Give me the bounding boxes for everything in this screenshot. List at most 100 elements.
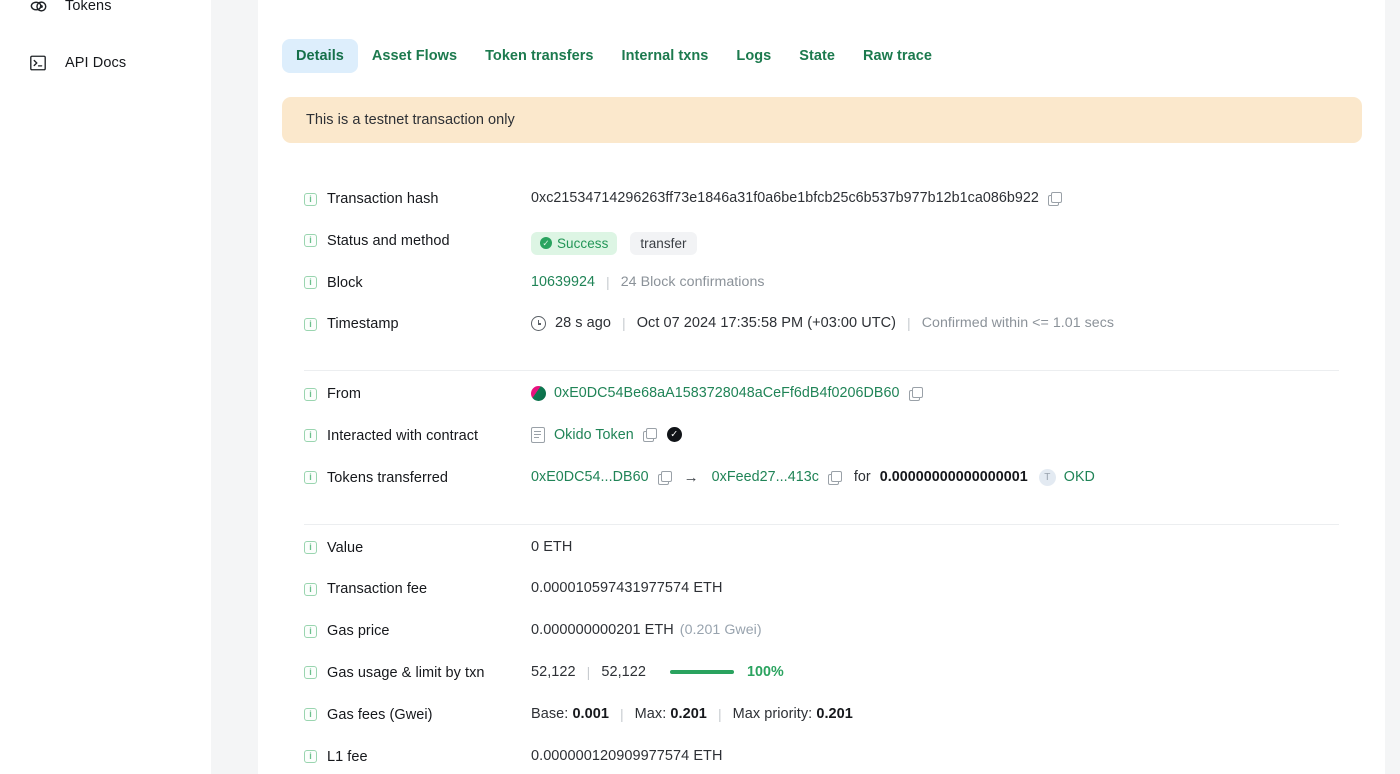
label-text: Status and method [327,232,450,249]
transaction-fee-amount: 0.000010597431977574 ETH [531,580,723,597]
testnet-banner-text: This is a testnet transaction only [306,112,515,128]
row-value-interacted-with-contract: Okido Token ✓ [531,426,682,443]
label-text: Gas price [327,623,390,640]
transaction-hash-value: 0xc21534714296263ff73e1846a31f0a6be1bfcb… [531,190,1039,206]
sidebar-item-api-docs[interactable]: API Docs [28,50,126,76]
sidebar-item-tokens[interactable]: Tokens [28,0,112,19]
tab-token-transfers[interactable]: Token transfers [471,39,607,73]
info-icon[interactable]: i [304,624,317,638]
check-icon: ✓ [540,237,552,250]
info-icon[interactable]: i [304,750,317,764]
token-from-address-link[interactable]: 0xE0DC54...DB60 [531,469,649,485]
row-value-gas-usage: 52,122 | 52,122 100% [531,663,784,680]
row-value-from: 0xE0DC54Be68aA1583728048aCeFf6dB4f0206DB… [531,384,923,401]
row-value-value: 0 ETH [531,538,572,555]
copy-icon[interactable] [1047,191,1062,206]
info-icon[interactable]: i [304,387,317,401]
copy-icon[interactable] [642,428,657,443]
row-transaction-fee: i Transaction fee 0.000010597431977574 E… [304,579,1339,621]
row-label-transaction-fee: i Transaction fee [304,579,531,597]
row-value-tokens-transferred: 0xE0DC54...DB60 → 0xFeed27...413c for 0.… [531,468,1095,486]
row-label-from: i From [304,384,531,402]
divider-pipe: | [619,705,624,722]
copy-icon[interactable] [908,386,923,401]
copy-icon[interactable] [827,470,842,485]
gas-limit: 52,122 [601,663,646,680]
tab-asset-flows[interactable]: Asset Flows [358,39,471,73]
gas-usage-percent: 100% [747,663,784,680]
row-label-l1-fee: i L1 fee [304,747,531,765]
divider-pipe: | [586,663,591,680]
from-address-link[interactable]: 0xE0DC54Be68aA1583728048aCeFf6dB4f0206DB… [554,385,900,401]
info-icon[interactable]: i [304,541,317,555]
label-text: Value [327,539,364,556]
row-label-transaction-hash: i Transaction hash [304,189,531,207]
info-icon[interactable]: i [304,666,317,680]
row-transaction-hash: i Transaction hash 0xc21534714296263ff73… [304,189,1339,231]
avatar [531,385,546,401]
info-icon[interactable]: i [304,582,317,596]
row-value-block: 10639924 | 24 Block confirmations [531,273,765,290]
status-badge: ✓ Success [531,231,618,255]
label-text: Tokens transferred [327,469,448,486]
tab-state[interactable]: State [785,39,849,73]
left-gutter [211,0,258,774]
label-text: Interacted with contract [327,427,479,444]
row-label-gas-price: i Gas price [304,621,531,639]
row-interacted-with-contract: i Interacted with contract Okido Token ✓ [304,426,1339,468]
info-icon[interactable]: i [304,429,317,443]
arrow-right-icon: → [683,468,699,486]
divider-pipe: | [907,315,911,332]
divider-pipe: | [622,315,626,332]
row-value-transaction-fee: 0.000010597431977574 ETH [531,579,722,596]
testnet-banner: This is a testnet transaction only [282,97,1362,143]
row-value-transaction-hash: 0xc21534714296263ff73e1846a31f0a6be1bfcb… [531,189,1062,206]
tab-logs[interactable]: Logs [722,39,785,73]
gas-fee-max-priority-value: 0.201 [816,705,853,722]
tab-raw-trace[interactable]: Raw trace [849,39,946,73]
timestamp-confirmed-within: Confirmed within <= 1.01 secs [921,315,1115,332]
token-symbol-link[interactable]: OKD [1064,469,1095,485]
row-label-gas-usage: i Gas usage & limit by txn [304,663,531,681]
gas-fee-base-value: 0.001 [572,705,609,722]
row-gas-price: i Gas price 0.000000000201 ETH (0.201 Gw… [304,621,1339,663]
info-icon[interactable]: i [304,234,317,248]
section-divider [304,370,1339,372]
gas-usage-progress-bar [670,670,734,674]
tab-details[interactable]: Details [282,39,358,73]
status-badge-label: Success [557,235,609,251]
gas-fee-max-value: 0.201 [670,705,707,722]
info-icon[interactable]: i [304,192,317,206]
document-icon [531,426,545,443]
divider-pipe: | [606,273,610,290]
copy-icon[interactable] [657,470,672,485]
info-icon[interactable]: i [304,276,317,290]
sidebar-item-api-docs-label: API Docs [65,55,127,71]
label-text: Transaction hash [327,191,439,207]
tab-internal-txns[interactable]: Internal txns [608,39,723,73]
block-number-link[interactable]: 10639924 [531,274,595,290]
method-badge: transfer [630,231,697,255]
terminal-icon [28,53,48,73]
label-text: Block [327,274,363,291]
gas-fee-max-priority-label: Max priority: [732,705,813,722]
contract-name-link[interactable]: Okido Token [554,427,634,443]
label-text: Gas usage & limit by txn [327,664,485,681]
row-value-l1-fee: 0.000000120909977574 ETH [531,747,722,764]
divider-pipe: | [717,705,722,722]
row-value-gas-price: 0.000000000201 ETH (0.201 Gwei) [531,621,762,638]
tab-bar: Details Asset Flows Token transfers Inte… [282,39,946,73]
info-icon[interactable]: i [304,471,317,485]
row-label-value: i Value [304,538,531,556]
details-list: i Transaction hash 0xc21534714296263ff73… [304,189,1339,774]
row-label-interacted-with-contract: i Interacted with contract [304,426,531,444]
token-avatar-icon: T [1038,468,1056,486]
row-value-timestamp: 28 s ago | Oct 07 2024 17:35:58 PM (+03:… [531,314,1114,331]
info-icon[interactable]: i [304,317,317,331]
info-icon[interactable]: i [304,708,317,722]
row-timestamp: i Timestamp 28 s ago | Oct 07 2024 17:35… [304,314,1339,356]
row-label-status-and-method: i Status and method [304,231,531,249]
gas-price-gwei: (0.201 Gwei) [679,622,762,639]
transaction-details-page: Tokens API Docs Details Asset Flows Toke… [0,0,1400,774]
token-to-address-link[interactable]: 0xFeed27...413c [712,469,819,485]
